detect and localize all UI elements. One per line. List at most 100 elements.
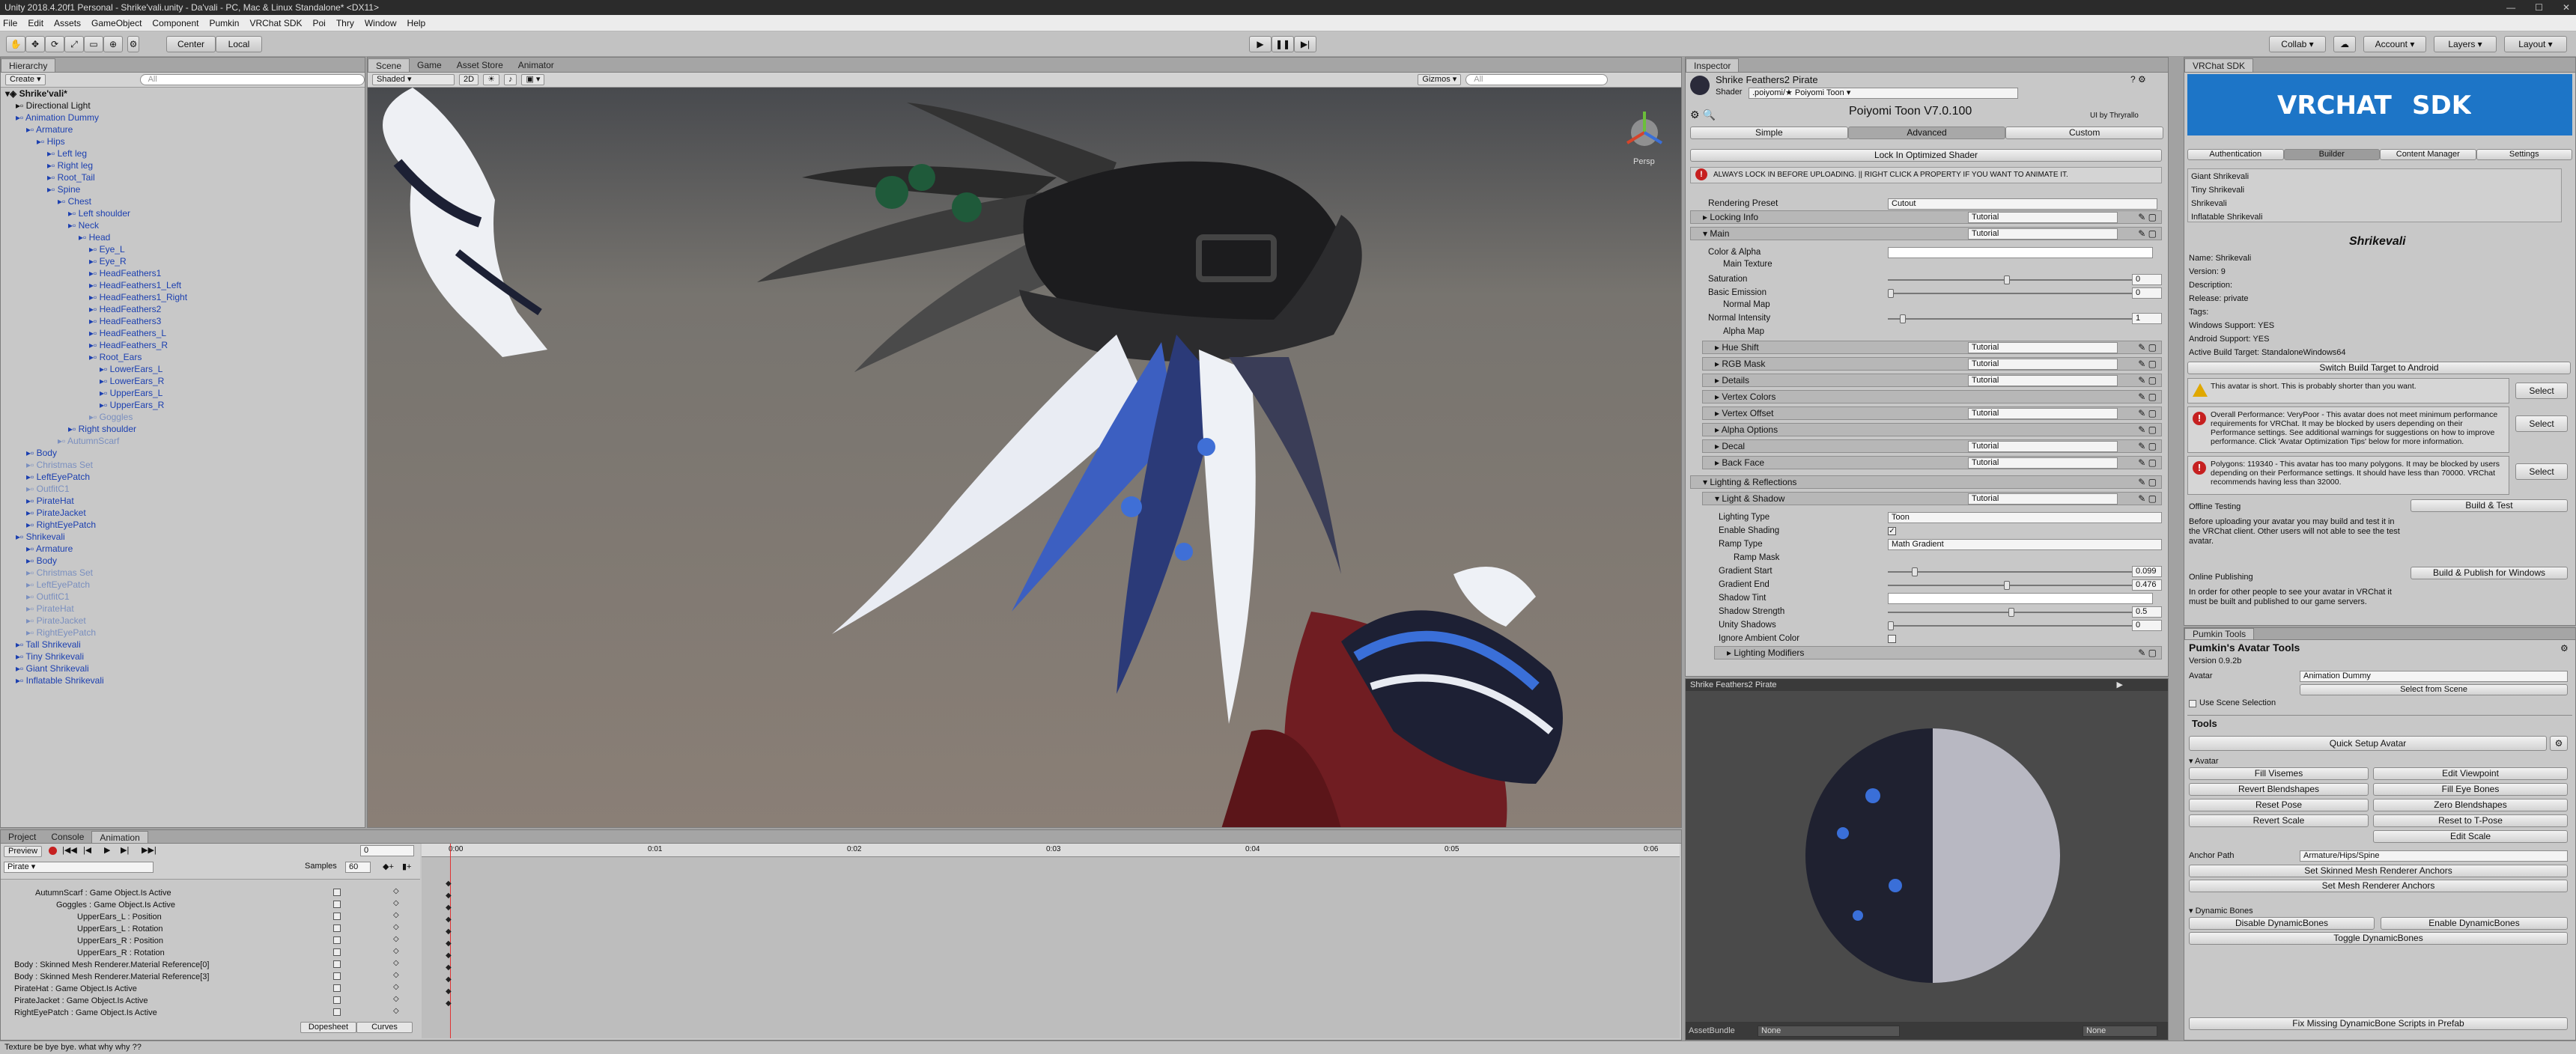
step-button[interactable]: ▶| xyxy=(1294,36,1316,52)
hierarchy-item[interactable]: ▸▫ Armature xyxy=(26,543,73,555)
pivot-center-button[interactable]: Center xyxy=(166,36,216,52)
hierarchy-item[interactable]: ▸▫ OutfitC1 xyxy=(26,483,70,495)
tab-project[interactable]: Project xyxy=(1,831,43,843)
hierarchy-item[interactable]: ▸▫ HeadFeathers3 xyxy=(89,315,161,327)
keyframe-diamond-icon[interactable]: ◇ xyxy=(393,959,399,967)
menu-component[interactable]: Component xyxy=(152,18,198,28)
hierarchy-item[interactable]: ▸▫ HeadFeathers1_Right xyxy=(89,291,187,303)
pumkin-button-revert-scale[interactable]: Revert Scale xyxy=(2189,814,2369,827)
slider-knob[interactable] xyxy=(1900,314,1907,323)
property-value[interactable]: 1 xyxy=(2132,313,2162,324)
menu-help[interactable]: Help xyxy=(407,18,426,28)
tutorial-dropdown[interactable]: Tutorial xyxy=(1968,212,2118,223)
property-checkbox[interactable] xyxy=(333,936,341,944)
hierarchy-item[interactable]: ▸▫ RightEyePatch xyxy=(26,519,96,531)
property-slider[interactable] xyxy=(1888,275,2135,284)
keyframe-diamond-icon[interactable]: ◇ xyxy=(393,935,399,943)
avatar-list-item[interactable]: Shrikevali xyxy=(2191,198,2227,210)
keyframe-diamond-icon[interactable]: ◇ xyxy=(393,887,399,895)
hierarchy-item[interactable]: ▸▫ LeftEyePatch xyxy=(26,471,90,483)
edit-icon[interactable]: ✎ ▢ xyxy=(2138,228,2157,240)
hierarchy-item[interactable]: ▸▫ Body xyxy=(26,555,57,567)
keyframe-icon[interactable]: ◆ xyxy=(446,987,452,996)
animation-property-row[interactable]: UpperEars_R : Position xyxy=(77,935,163,947)
hierarchy-item[interactable]: ▾◈ Shrike'vali* xyxy=(5,88,67,100)
hierarchy-item[interactable]: ▸▫ Right leg xyxy=(47,159,93,171)
menu-poi[interactable]: Poi xyxy=(313,18,326,28)
keyframe-diamond-icon[interactable]: ◇ xyxy=(393,983,399,991)
vrchat-tab-authentication[interactable]: Authentication xyxy=(2187,149,2284,160)
color-field[interactable] xyxy=(1888,593,2153,604)
disable-dynbones-button[interactable]: Disable DynamicBones xyxy=(2189,917,2375,930)
rotate-tool-icon[interactable]: ⟳ xyxy=(45,36,64,52)
inspector-help-icon[interactable]: ? ⚙ xyxy=(2130,74,2146,85)
section-header[interactable]: ▸ Vertex Colors ✎ ▢ xyxy=(1702,390,2162,403)
slider-knob[interactable] xyxy=(2003,275,2010,284)
frame-field[interactable]: 0 xyxy=(360,845,414,856)
2d-toggle[interactable]: 2D xyxy=(459,74,479,85)
hierarchy-item[interactable]: ▸▫ Eye_R xyxy=(89,255,127,267)
hierarchy-item[interactable]: ▸▫ PirateJacket xyxy=(26,615,86,627)
fix-missing-dynbones-button[interactable]: Fix Missing DynamicBone Scripts in Prefa… xyxy=(2189,1017,2568,1030)
transform-tool-icon[interactable]: ⊕ xyxy=(103,36,123,52)
cloud-icon[interactable]: ☁ xyxy=(2333,36,2356,52)
keyframe-diamond-icon[interactable]: ◇ xyxy=(393,947,399,955)
animation-property-row[interactable]: RightEyePatch : Game Object.Is Active xyxy=(14,1007,157,1019)
hierarchy-item[interactable]: ▸▫ Eye_L xyxy=(89,243,125,255)
hierarchy-item[interactable]: ▸▫ Christmas Set xyxy=(26,459,93,471)
tutorial-dropdown[interactable]: Tutorial xyxy=(1968,359,2118,370)
asset-bundle-dropdown[interactable]: None xyxy=(1758,1026,1900,1037)
hierarchy-item[interactable]: ▸▫ Root_Tail xyxy=(47,171,95,183)
property-checkbox[interactable] xyxy=(333,948,341,956)
rect-tool-icon[interactable]: ▭ xyxy=(84,36,103,52)
animation-property-row[interactable]: Body : Skinned Mesh Renderer.Material Re… xyxy=(14,971,209,983)
pumkin-button-edit-scale[interactable]: Edit Scale xyxy=(2373,830,2568,843)
layout-button[interactable]: Layout ▾ xyxy=(2504,36,2567,52)
property-value[interactable]: 0 xyxy=(2132,287,2162,299)
hierarchy-item[interactable]: ▸▫ Right shoulder xyxy=(68,423,136,435)
slider-knob[interactable] xyxy=(2003,581,2010,590)
section-header[interactable]: ▸ Vertex Offset Tutorial ✎ ▢ xyxy=(1702,406,2162,420)
hierarchy-item[interactable]: ▸▫ Body xyxy=(26,447,57,459)
hierarchy-search-input[interactable]: All xyxy=(139,74,365,85)
account-button[interactable]: Account ▾ xyxy=(2363,36,2426,52)
first-keyframe-icon[interactable]: |◀◀ xyxy=(62,845,77,855)
animation-property-row[interactable]: UpperEars_R : Rotation xyxy=(77,947,165,959)
switch-build-target-button[interactable]: Switch Build Target to Android xyxy=(2187,362,2571,374)
hierarchy-item[interactable]: ▸▫ OutfitC1 xyxy=(26,591,70,603)
tab-animation[interactable]: Animation xyxy=(91,831,148,843)
keyframe-icon[interactable]: ◆ xyxy=(446,975,452,984)
layers-button[interactable]: Layers ▾ xyxy=(2434,36,2497,52)
tutorial-dropdown[interactable]: Tutorial xyxy=(1968,375,2118,386)
hierarchy-item[interactable]: ▸▫ Christmas Set xyxy=(26,567,93,579)
hierarchy-item[interactable]: ▸▫ HeadFeathers1 xyxy=(89,267,161,279)
keyframe-diamond-icon[interactable]: ◇ xyxy=(393,911,399,919)
vrchat-tab-builder[interactable]: Builder xyxy=(2283,149,2380,160)
curves-tab[interactable]: Curves xyxy=(356,1022,413,1033)
property-checkbox[interactable]: ✓ xyxy=(1888,527,1896,535)
property-checkbox[interactable] xyxy=(333,996,341,1004)
rendering-preset-dropdown[interactable]: Cutout xyxy=(1888,198,2157,210)
audio-toggle-icon[interactable]: ♪ xyxy=(503,74,517,85)
animation-property-row[interactable]: PirateJacket : Game Object.Is Active xyxy=(14,995,148,1007)
enable-dynbones-button[interactable]: Enable DynamicBones xyxy=(2381,917,2568,930)
menu-gameobject[interactable]: GameObject xyxy=(91,18,142,28)
pumkin-button-reset-pose[interactable]: Reset Pose xyxy=(2189,799,2369,811)
hierarchy-item[interactable]: ▸▫ Giant Shrikevali xyxy=(16,662,89,674)
lighting-toggle-icon[interactable]: ☀ xyxy=(483,74,499,85)
set-mesh-anchors-button[interactable]: Set Mesh Renderer Anchors xyxy=(2189,880,2568,892)
menu-window[interactable]: Window xyxy=(365,18,397,28)
tutorial-dropdown[interactable]: Tutorial xyxy=(1968,493,2118,505)
mode-simple-button[interactable]: Simple xyxy=(1690,127,1848,139)
hierarchy-item[interactable]: ▸▫ AutumnScarf xyxy=(58,435,119,447)
tab-console[interactable]: Console xyxy=(43,831,91,843)
quick-setup-settings-icon[interactable]: ⚙ xyxy=(2550,736,2568,751)
keyframe-icon[interactable]: ◆ xyxy=(446,916,452,924)
slider-knob[interactable] xyxy=(2008,608,2014,617)
keyframe-icon[interactable]: ◆ xyxy=(446,963,452,972)
property-checkbox[interactable] xyxy=(333,984,341,992)
property-slider[interactable] xyxy=(1888,621,2135,630)
section-header[interactable]: ▾ Light & Shadow Tutorial ✎ ▢ xyxy=(1702,492,2162,505)
keyframe-diamond-icon[interactable]: ◇ xyxy=(393,971,399,979)
slider-knob[interactable] xyxy=(1888,621,1894,630)
